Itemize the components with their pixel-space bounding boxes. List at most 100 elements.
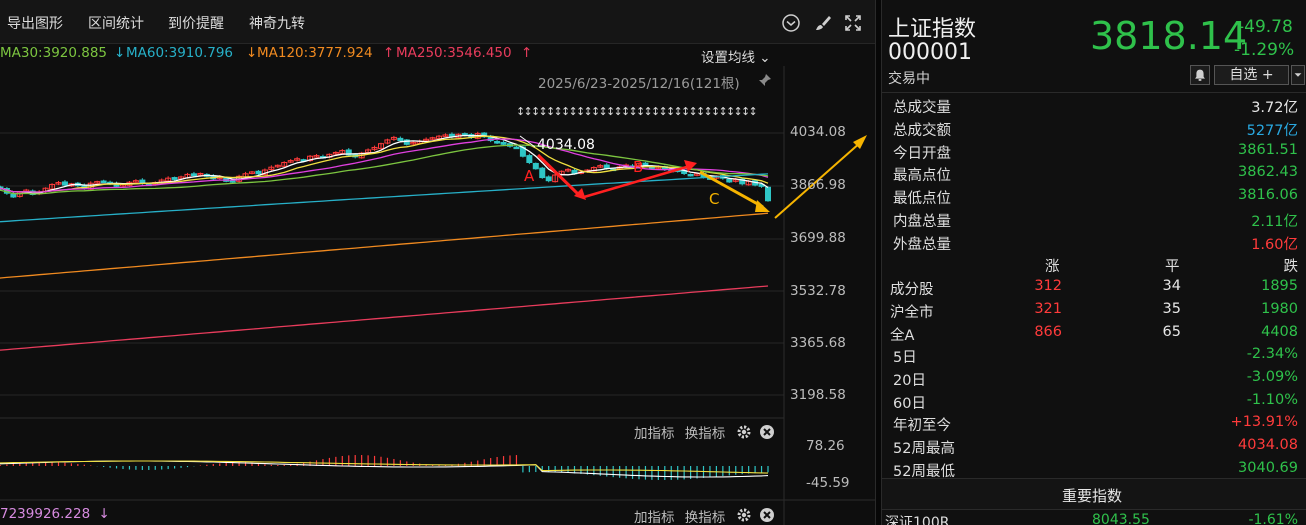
range-stats-button[interactable]: 区间统计 <box>88 13 144 33</box>
chevron-down-circle-icon[interactable] <box>781 13 801 33</box>
stat-value: 3862.43 <box>1238 164 1298 181</box>
add-watchlist-button[interactable]: 自选 + <box>1214 65 1289 85</box>
gear-icon-2[interactable] <box>736 507 752 523</box>
stat-row: 总成交量 3.72亿 <box>882 94 1306 117</box>
ma120-arrow: ↓ <box>246 45 258 61</box>
period-row: 52周最高 4034.08 <box>882 435 1306 458</box>
subchart-toolbar: 加指标 换指标 <box>634 422 725 442</box>
major-index-header[interactable]: 重要指数 <box>882 478 1306 510</box>
wave-a-head <box>574 188 586 200</box>
chart-grid <box>0 66 875 525</box>
candle-body <box>513 146 520 150</box>
ma250-line <box>0 285 769 351</box>
breadth-flat: 34 <box>1162 278 1181 294</box>
breadth-row: 成分股 312 34 1895 <box>882 276 1306 299</box>
y-tick-4: 3532.78 <box>790 283 846 299</box>
bell-button[interactable] <box>1190 65 1210 85</box>
export-chart-button[interactable]: 导出图形 <box>7 13 63 33</box>
candle-body <box>545 176 552 182</box>
major-index-price: 8043.55 <box>1092 512 1150 525</box>
volume-ma-arrow: ↓ <box>98 506 110 522</box>
stat-value: 3816.06 <box>1238 187 1298 204</box>
period-value: +13.91% <box>1230 414 1298 431</box>
candle-body <box>539 167 546 179</box>
sub-y-top: 78.26 <box>806 438 845 454</box>
stat-row: 总成交额 5277亿 <box>882 117 1306 140</box>
switch-indicator-button-2[interactable]: 换指标 <box>685 510 726 525</box>
breadth-row: 全A 866 65 4408 <box>882 322 1306 345</box>
breadth-label: 沪全市 <box>890 304 934 321</box>
close-icon-2[interactable] <box>759 507 775 523</box>
add-indicator-button[interactable]: 加指标 <box>634 426 675 442</box>
breadth-down: 1895 <box>1261 278 1298 294</box>
caret-down-icon <box>1294 73 1302 77</box>
kline-chart[interactable]: ↕↕↕↕↕↕↕↕↕↕↕↕↕↕↕↕↕↕↕↕↕↕↕↕↕↕↕↕↕↕↕↕ <box>0 66 875 525</box>
breadth-row: 沪全市 321 35 1980 <box>882 299 1306 322</box>
candle-body <box>100 180 107 184</box>
last-price: 3818.14 <box>1090 14 1248 58</box>
period-value: 4034.08 <box>1238 437 1298 454</box>
stat-value: 2.11亿 <box>1251 214 1298 230</box>
stat-label: 总成交量 <box>893 100 951 116</box>
stat-label: 外盘总量 <box>893 236 951 253</box>
chevron-down-icon: ⌄ <box>759 50 771 66</box>
peak-label: 4034.08 <box>537 137 595 153</box>
header-flat: 平 <box>1165 259 1180 275</box>
close-icon[interactable] <box>759 424 775 440</box>
stat-row: 内盘总量 2.11亿 <box>882 208 1306 231</box>
set-ma-button[interactable]: 设置均线 ⌄ <box>701 46 771 66</box>
breadth-label: 成分股 <box>890 282 934 298</box>
major-index-pct: -1.61% <box>1248 512 1298 525</box>
candle-body <box>603 164 610 169</box>
volume-ma-value: 7239926.228 <box>0 506 91 522</box>
y-tick-1: 4034.08 <box>790 124 846 140</box>
ma250-value: MA250:3546.450 <box>396 45 512 61</box>
brush-icon[interactable] <box>813 13 833 33</box>
watchlist-dropdown[interactable] <box>1291 65 1305 85</box>
period-value: -1.10% <box>1246 391 1298 408</box>
candle-body <box>229 180 236 183</box>
gear-icon[interactable] <box>736 424 752 440</box>
major-index-name: 深证100R <box>885 515 950 525</box>
breadth-up: 312 <box>1034 278 1062 294</box>
dif-line <box>0 460 769 478</box>
stat-value: 5277亿 <box>1246 122 1298 139</box>
period-row: 5日 -2.34% <box>882 344 1306 367</box>
sub-y-bottom: -45.59 <box>806 475 850 491</box>
wave-c-head <box>755 200 770 212</box>
fullscreen-icon[interactable] <box>843 13 863 33</box>
wave-label-c: C <box>709 190 720 208</box>
magic-nine-button[interactable]: 神奇九转 <box>249 13 305 33</box>
stat-row: 最高点位 3862.43 <box>882 162 1306 185</box>
down-arrow-marker: ↕ <box>749 105 758 118</box>
set-ma-label: 设置均线 <box>701 50 755 66</box>
candle-body <box>171 177 178 180</box>
add-watchlist-label: 自选 + <box>1229 67 1274 83</box>
chart-annotations: ↕↕↕↕↕↕↕↕↕↕↕↕↕↕↕↕↕↕↕↕↕↕↕↕↕↕↕↕↕↕↕↕ <box>516 105 867 219</box>
stat-value: 1.60亿 <box>1251 236 1298 253</box>
trading-status: 交易中 <box>888 71 930 87</box>
panel-splitter[interactable] <box>875 0 882 525</box>
breadth-flat: 65 <box>1162 323 1181 340</box>
bottom-subchart-toolbar: 加指标 换指标 <box>634 506 725 525</box>
add-indicator-button-2[interactable]: 加指标 <box>634 510 675 525</box>
candle-body <box>494 140 501 144</box>
price-alert-button[interactable]: 到价提醒 <box>168 13 224 33</box>
y-tick-2: 3866.98 <box>790 177 846 193</box>
volume-ma-legend: 7239926.228 ↓ <box>0 506 110 522</box>
stat-value: 3.72亿 <box>1251 100 1298 116</box>
divider <box>882 92 1306 93</box>
stat-row: 今日开盘 3861.51 <box>882 140 1306 163</box>
header-up: 涨 <box>1045 259 1060 275</box>
period-value: -3.09% <box>1246 368 1298 385</box>
period-label: 60日 <box>893 395 926 412</box>
breadth-up: 321 <box>1034 300 1062 317</box>
candle-body <box>500 141 507 145</box>
candle-body <box>255 170 262 175</box>
ma250-end-arrow: ↑ <box>521 45 533 61</box>
breadth-down: 4408 <box>1261 323 1298 340</box>
breadth-label: 全A <box>890 327 915 344</box>
switch-indicator-button[interactable]: 换指标 <box>685 426 726 442</box>
major-index-row[interactable]: 深证100R 8043.55 -1.61% <box>882 511 1306 525</box>
ma30-value: MA30:3920.885 <box>0 45 108 61</box>
